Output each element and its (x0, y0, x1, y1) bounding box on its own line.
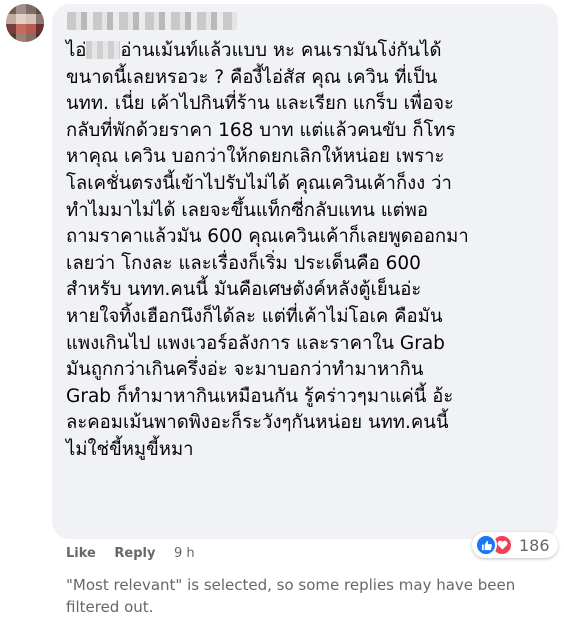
comment-line: ไม่ใช่ขี้หมูขี้หมา (66, 438, 194, 460)
comment-line: ถามราคาแล้วมัน 600 คุณเควินเค้าก็เลยพูดอ… (66, 226, 469, 248)
comment-line: ขนาดนี้เลยหรอวะ ? คืองี้ไอ่สัส คุณ เควิน… (66, 66, 438, 88)
comment-line: กลับที่พักด้วยราคา 168 บาท แต่แล้วคนขับ … (66, 119, 456, 141)
author-name-redacted[interactable] (67, 12, 237, 30)
comment-line: โลเคชั่นตรงนี้เข้าไปรับไม่ได้ คุณเควินเค… (66, 172, 452, 194)
comment-line-prefix: ไอ่ (66, 40, 87, 61)
comment-line: แพงเกินไป แพงเวอร์อลังการ และราคาใน Grab (66, 332, 445, 354)
comment-line: หาคุณ เควิน บอกว่าให้กดยกเลิกให้หน่อย เพ… (66, 146, 445, 168)
comment-line: นทท. เนี่ย เค้าไปกินที่ร้าน และเรียก แกร… (66, 93, 454, 115)
redacted-word (86, 41, 121, 59)
comment-line: หายใจทิ้งเฮือกนึงก็ได้ละ แต่ที่เค้าไม่โอ… (66, 305, 443, 327)
comment-line-text: อ่านเม้นท์แล้วแบบ หะ คนเรามันโง่กันได้ (120, 40, 442, 61)
comment-line: Grab ก็ทำมาหากินเหมือนกัน รู้คร่าวๆมาแค่… (66, 385, 454, 407)
timestamp[interactable]: 9 h (174, 546, 195, 561)
filter-notice: "Most relevant" is selected, so some rep… (66, 576, 516, 616)
comment-line: มันถูกกว่าเกินครึ่งอ่ะ จะมาบอกว่าทำมาหาก… (66, 359, 424, 381)
comment-bubble: ไอ่ อ่านเม้นท์แล้วแบบ หะ คนเรามันโง่กันได… (52, 4, 558, 539)
comment-line: เลยว่า โกงละ และเรื่องก็เริ่ม ประเด็นคือ… (66, 252, 421, 274)
comment-actions: Like Reply 9 h (66, 546, 209, 561)
like-icon (475, 534, 497, 556)
like-button[interactable]: Like (66, 546, 96, 561)
comment-line: ทำไมมาไม่ได้ เลยจะขึ้นแท็กซี่กลับแทน แต่… (66, 199, 428, 221)
reply-button[interactable]: Reply (114, 546, 155, 561)
avatar[interactable] (6, 4, 44, 42)
comment-line: ละคอมเม้นพาดพิงอะก็ระวังๆกันหน่อย นทท.คน… (66, 412, 449, 434)
comment-line: สำหรับ นทท.คนนี้ มันคือเศษตังค์หลังตู้เย… (66, 279, 422, 301)
reactions-summary[interactable]: 186 (472, 532, 558, 558)
comment-line: ไอ่ อ่านเม้นท์แล้วแบบ หะ คนเรามันโง่กันได… (66, 38, 552, 65)
reaction-count: 186 (519, 535, 550, 555)
comment-text: ไอ่ อ่านเม้นท์แล้วแบบ หะ คนเรามันโง่กันได… (66, 38, 552, 464)
